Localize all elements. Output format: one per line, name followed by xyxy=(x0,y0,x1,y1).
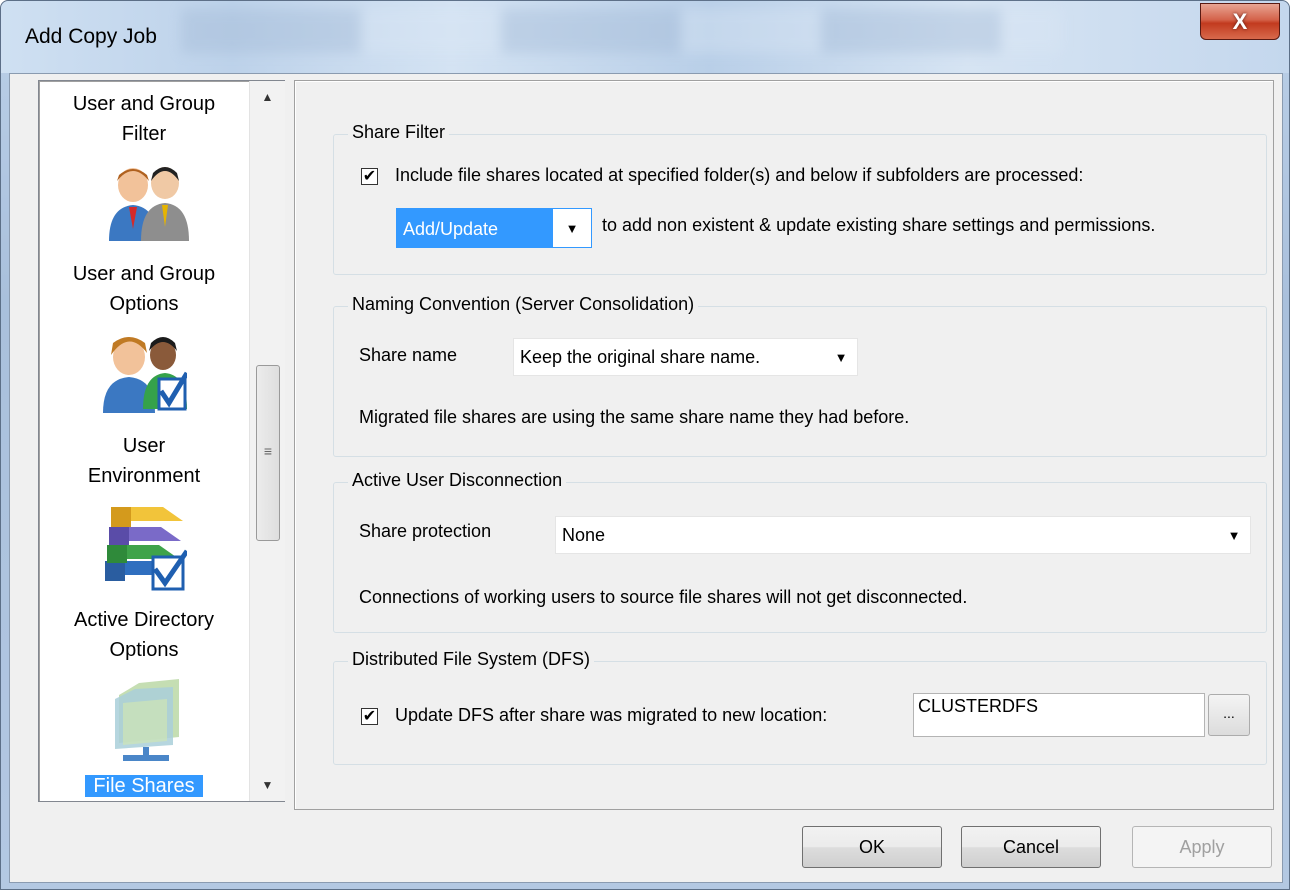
share-protection-label: Share protection xyxy=(359,521,492,541)
browse-dfs-button[interactable]: ... xyxy=(1208,694,1250,736)
share-mode-value: Add/Update xyxy=(403,219,499,239)
title-bar[interactable]: Add Copy Job X xyxy=(1,1,1289,73)
nav-item-user-group-filter[interactable]: User and Group Filter xyxy=(39,89,249,149)
share-filter-group: Share Filter ✔ Include file shares locat… xyxy=(333,122,1267,275)
users-icon xyxy=(109,167,189,241)
disconnection-description: Connections of working users to source f… xyxy=(359,587,968,607)
scrollbar-grip-icon: ≡ xyxy=(263,443,273,459)
disconnection-legend: Active User Disconnection xyxy=(348,470,567,491)
folder-share-icon xyxy=(115,679,179,761)
file-shares-panel: Share Filter ✔ Include file shares locat… xyxy=(294,80,1274,810)
close-button[interactable]: X xyxy=(1200,3,1280,40)
naming-description: Migrated file shares are using the same … xyxy=(359,407,910,427)
scroll-down-icon[interactable]: ▼ xyxy=(250,769,285,801)
dfs-group: Distributed File System (DFS) ✔ Update D… xyxy=(333,649,1267,765)
dialog-client-area: User and Group Filter User and Group Opt… xyxy=(9,73,1283,883)
chevron-down-icon[interactable]: ▼ xyxy=(825,339,857,375)
share-mode-dropdown[interactable]: Add/Update ▼ xyxy=(396,208,592,248)
nav-item-active-directory-options[interactable]: Active Directory Options xyxy=(39,605,249,665)
scroll-up-icon[interactable]: ▲ xyxy=(250,81,285,113)
close-icon: X xyxy=(1232,8,1248,34)
navigation-panel: User and Group Filter User and Group Opt… xyxy=(38,80,285,802)
dfs-legend: Distributed File System (DFS) xyxy=(348,649,595,670)
update-dfs-label: Update DFS after share was migrated to n… xyxy=(395,705,828,725)
nav-item-label: Filter xyxy=(121,123,167,145)
share-name-value: Keep the original share name. xyxy=(520,347,761,367)
share-protection-value: None xyxy=(562,525,606,545)
window-title: Add Copy Job xyxy=(25,25,157,48)
chevron-down-icon[interactable]: ▼ xyxy=(553,209,591,247)
apply-button[interactable]: Apply xyxy=(1132,826,1272,868)
ok-button[interactable]: OK xyxy=(802,826,942,868)
nav-item-label: File Shares xyxy=(85,775,203,797)
dfs-location-input[interactable]: CLUSTERDFS xyxy=(913,693,1205,737)
nav-item-label: User and Group xyxy=(72,93,216,115)
update-dfs-checkbox[interactable]: ✔ xyxy=(361,708,378,725)
books-check-icon xyxy=(105,507,187,591)
share-name-label: Share name xyxy=(359,345,458,365)
navigation-scrollbar[interactable]: ▲ ≡ ▼ xyxy=(249,81,285,801)
nav-item-file-shares[interactable]: File Shares xyxy=(39,771,249,801)
share-protection-dropdown[interactable]: None ▼ xyxy=(555,516,1251,554)
share-mode-description: to add non existent & update existing sh… xyxy=(602,215,1156,235)
navigation-list: User and Group Filter User and Group Opt… xyxy=(39,81,249,801)
dfs-location-value: CLUSTERDFS xyxy=(918,696,1039,716)
active-user-disconnection-group: Active User Disconnection Share protecti… xyxy=(333,470,1267,633)
nav-item-label: Environment xyxy=(87,465,201,487)
share-filter-legend: Share Filter xyxy=(348,122,450,143)
include-shares-label: Include file shares located at specified… xyxy=(395,165,1084,185)
nav-item-label: User and Group xyxy=(72,263,216,285)
nav-item-label: Options xyxy=(109,293,179,315)
nav-item-user-environment[interactable]: User Environment xyxy=(39,431,249,491)
scrollbar-thumb[interactable]: ≡ xyxy=(256,365,280,541)
user-check-icon xyxy=(103,337,187,413)
chevron-down-icon[interactable]: ▼ xyxy=(1218,517,1250,553)
naming-convention-legend: Naming Convention (Server Consolidation) xyxy=(348,294,699,315)
include-shares-checkbox[interactable]: ✔ xyxy=(361,168,378,185)
share-name-dropdown[interactable]: Keep the original share name. ▼ xyxy=(513,338,858,376)
nav-item-label: User xyxy=(122,435,166,457)
nav-item-user-group-options[interactable]: User and Group Options xyxy=(39,259,249,319)
naming-convention-group: Naming Convention (Server Consolidation)… xyxy=(333,294,1267,457)
cancel-button[interactable]: Cancel xyxy=(961,826,1101,868)
title-bar-glass xyxy=(181,9,1061,53)
nav-item-label: Options xyxy=(109,639,179,661)
nav-item-label: Active Directory xyxy=(73,609,215,631)
add-copy-job-dialog: Add Copy Job X User and Group Filter Use… xyxy=(0,0,1290,890)
